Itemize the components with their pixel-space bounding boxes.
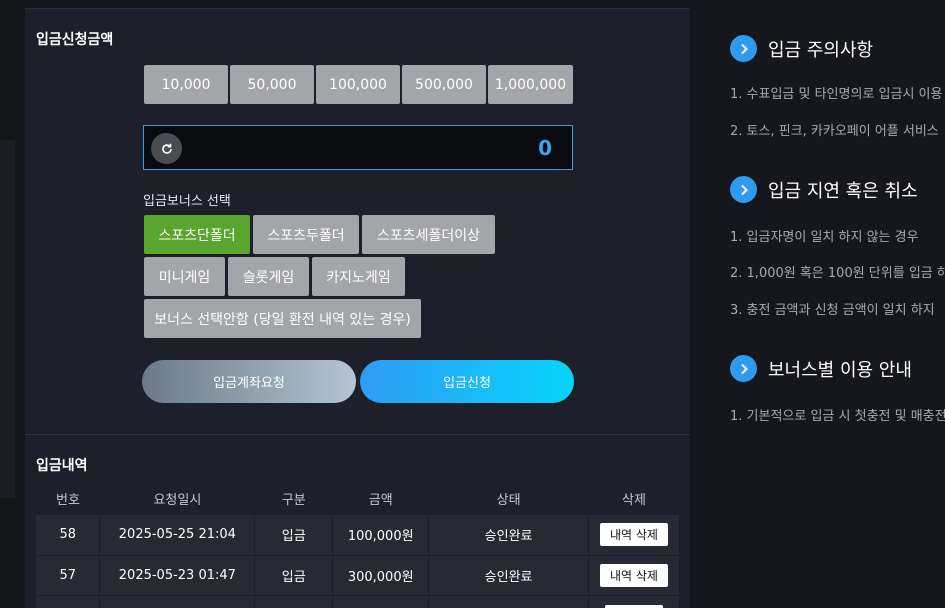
notice-line: 3. 충전 금액과 신청 금액이 일치 하지 [730,303,935,318]
col-amount: 금액 [368,493,393,508]
row-delete-partial [588,595,680,608]
amount-button-1000000[interactable]: 1,000,000 [488,65,573,104]
notice-sidebar: 입금 주의사항 1. 수표입금 및 타인명의로 입금시 이용 2. 토스, 핀크… [700,0,945,608]
table-header-row: 번호 요청일시 구분 금액 상태 삭제 [36,482,680,515]
notice-title: 입금 주의사항 [768,39,874,61]
row-date: 2025-05-23 01:47 [99,555,256,596]
row-number: 57 [36,555,101,596]
amount-button-10000[interactable]: 10,000 [144,65,228,104]
table-row: 57 2025-05-23 01:47 입금 300,000원 승인완료 내역 … [36,555,680,596]
deposit-history-table: 번호 요청일시 구분 금액 상태 삭제 58 2025-05-25 21:04 … [36,482,680,608]
amount-value: 0 [538,136,552,160]
notice-heading: 보너스별 이용 안내 [730,355,912,382]
reset-icon[interactable] [151,133,182,164]
row-status: 승인완료 [428,515,589,556]
deposit-history-title: 입금내역 [36,458,88,474]
left-edge-block [0,140,15,498]
row-status-partial [428,595,589,608]
bonus-option-sports-triple[interactable]: 스포츠세폴더이상 [362,215,495,254]
delete-history-button[interactable]: 내역 삭제 [600,563,668,587]
bonus-select-label: 입금보너스 선택 [143,194,231,209]
row-number: 58 [36,515,101,556]
col-number: 번호 [56,493,80,508]
table-row [36,595,680,608]
amount-button-50000[interactable]: 50,000 [230,65,314,104]
delete-history-button[interactable]: 내역 삭제 [600,523,668,547]
col-delete: 삭제 [622,493,646,508]
row-amount-partial [332,595,430,608]
notice-line: 1. 입금자명이 일치 하지 않는 경우 [730,230,919,245]
notice-heading: 입금 지연 혹은 취소 [730,176,918,203]
bonus-option-casino[interactable]: 카지노게임 [312,257,405,296]
section-divider [25,434,690,435]
notice-title: 보너스별 이용 안내 [768,359,912,381]
row-type: 입금 [254,515,334,556]
deposit-amount-input[interactable]: 0 [143,125,573,170]
notice-heading: 입금 주의사항 [730,35,873,62]
row-date: 2025-05-25 21:04 [99,515,256,556]
chevron-right-circle-icon [730,176,757,203]
notice-line: 1. 기본적으로 입금 시 첫충전 및 매충전 [730,409,945,424]
row-number-partial [36,595,101,608]
amount-button-100000[interactable]: 100,000 [316,65,400,104]
deposit-amount-title: 입금신청금액 [36,32,114,48]
col-type: 구분 [281,493,306,508]
notice-line: 1. 수표입금 및 타인명의로 입금시 이용 [730,87,943,102]
left-edge-panel [0,0,15,608]
amount-button-500000[interactable]: 500,000 [402,65,486,104]
notice-title: 입금 지연 혹은 취소 [768,180,918,202]
row-status: 승인완료 [428,555,589,596]
deposit-submit-button[interactable]: 입금신청 [360,360,574,403]
bonus-option-slot[interactable]: 슬롯게임 [228,257,309,296]
chevron-right-circle-icon [730,355,757,382]
row-amount: 100,000원 [332,515,430,556]
row-type: 입금 [254,555,334,596]
notice-line: 2. 1,000원 혹은 100원 단위를 입금 하 [730,266,945,281]
bonus-option-none[interactable]: 보너스 선택안함 (당일 환전 내역 있는 경우) [144,299,421,338]
row-amount: 300,000원 [332,555,430,596]
row-type-partial [254,595,334,608]
col-date: 요청일시 [153,493,202,508]
row-date-partial [99,595,256,608]
row-delete-cell: 내역 삭제 [588,555,680,596]
bonus-option-sports-double[interactable]: 스포츠두폴더 [253,215,359,254]
table-row: 58 2025-05-25 21:04 입금 100,000원 승인완료 내역 … [36,515,680,556]
account-request-button[interactable]: 입금계좌요청 [142,360,356,403]
deposit-panel: 입금신청금액 10,000 50,000 100,000 500,000 1,0… [25,8,690,608]
bonus-option-sports-single[interactable]: 스포츠단폴더 [144,215,250,254]
chevron-right-circle-icon [730,35,757,62]
bonus-option-minigame[interactable]: 미니게임 [144,257,225,296]
row-delete-cell: 내역 삭제 [588,515,680,556]
col-status: 상태 [496,493,521,508]
notice-line: 2. 토스, 핀크, 카카오페이 어플 서비스 [730,124,939,139]
